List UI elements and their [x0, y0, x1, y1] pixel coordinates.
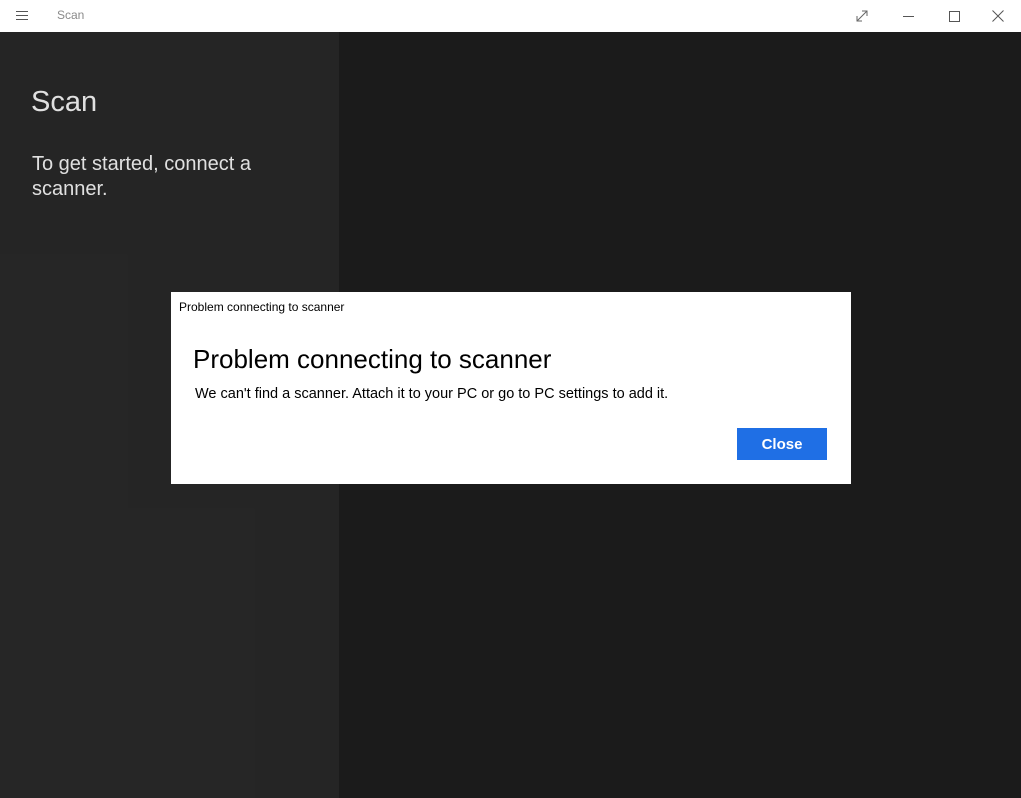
minimize-button[interactable] — [885, 0, 931, 32]
dialog-message: We can't find a scanner. Attach it to yo… — [195, 386, 669, 402]
title-bar: Scan — [0, 0, 1021, 32]
app-title: Scan — [57, 8, 85, 22]
hamburger-icon[interactable] — [10, 7, 34, 25]
window-close-button[interactable] — [975, 0, 1021, 32]
dialog-title: Problem connecting to scanner — [193, 344, 552, 374]
error-dialog: Problem connecting to scanner Problem co… — [171, 292, 851, 484]
maximize-icon — [948, 10, 960, 22]
fullscreen-button[interactable] — [839, 0, 885, 32]
maximize-button[interactable] — [931, 0, 977, 32]
dialog-caption: Problem connecting to scanner — [179, 300, 345, 314]
close-button[interactable]: Close — [737, 428, 827, 460]
close-icon — [992, 10, 1004, 22]
expand-icon — [856, 10, 868, 22]
minimize-icon — [902, 11, 914, 22]
